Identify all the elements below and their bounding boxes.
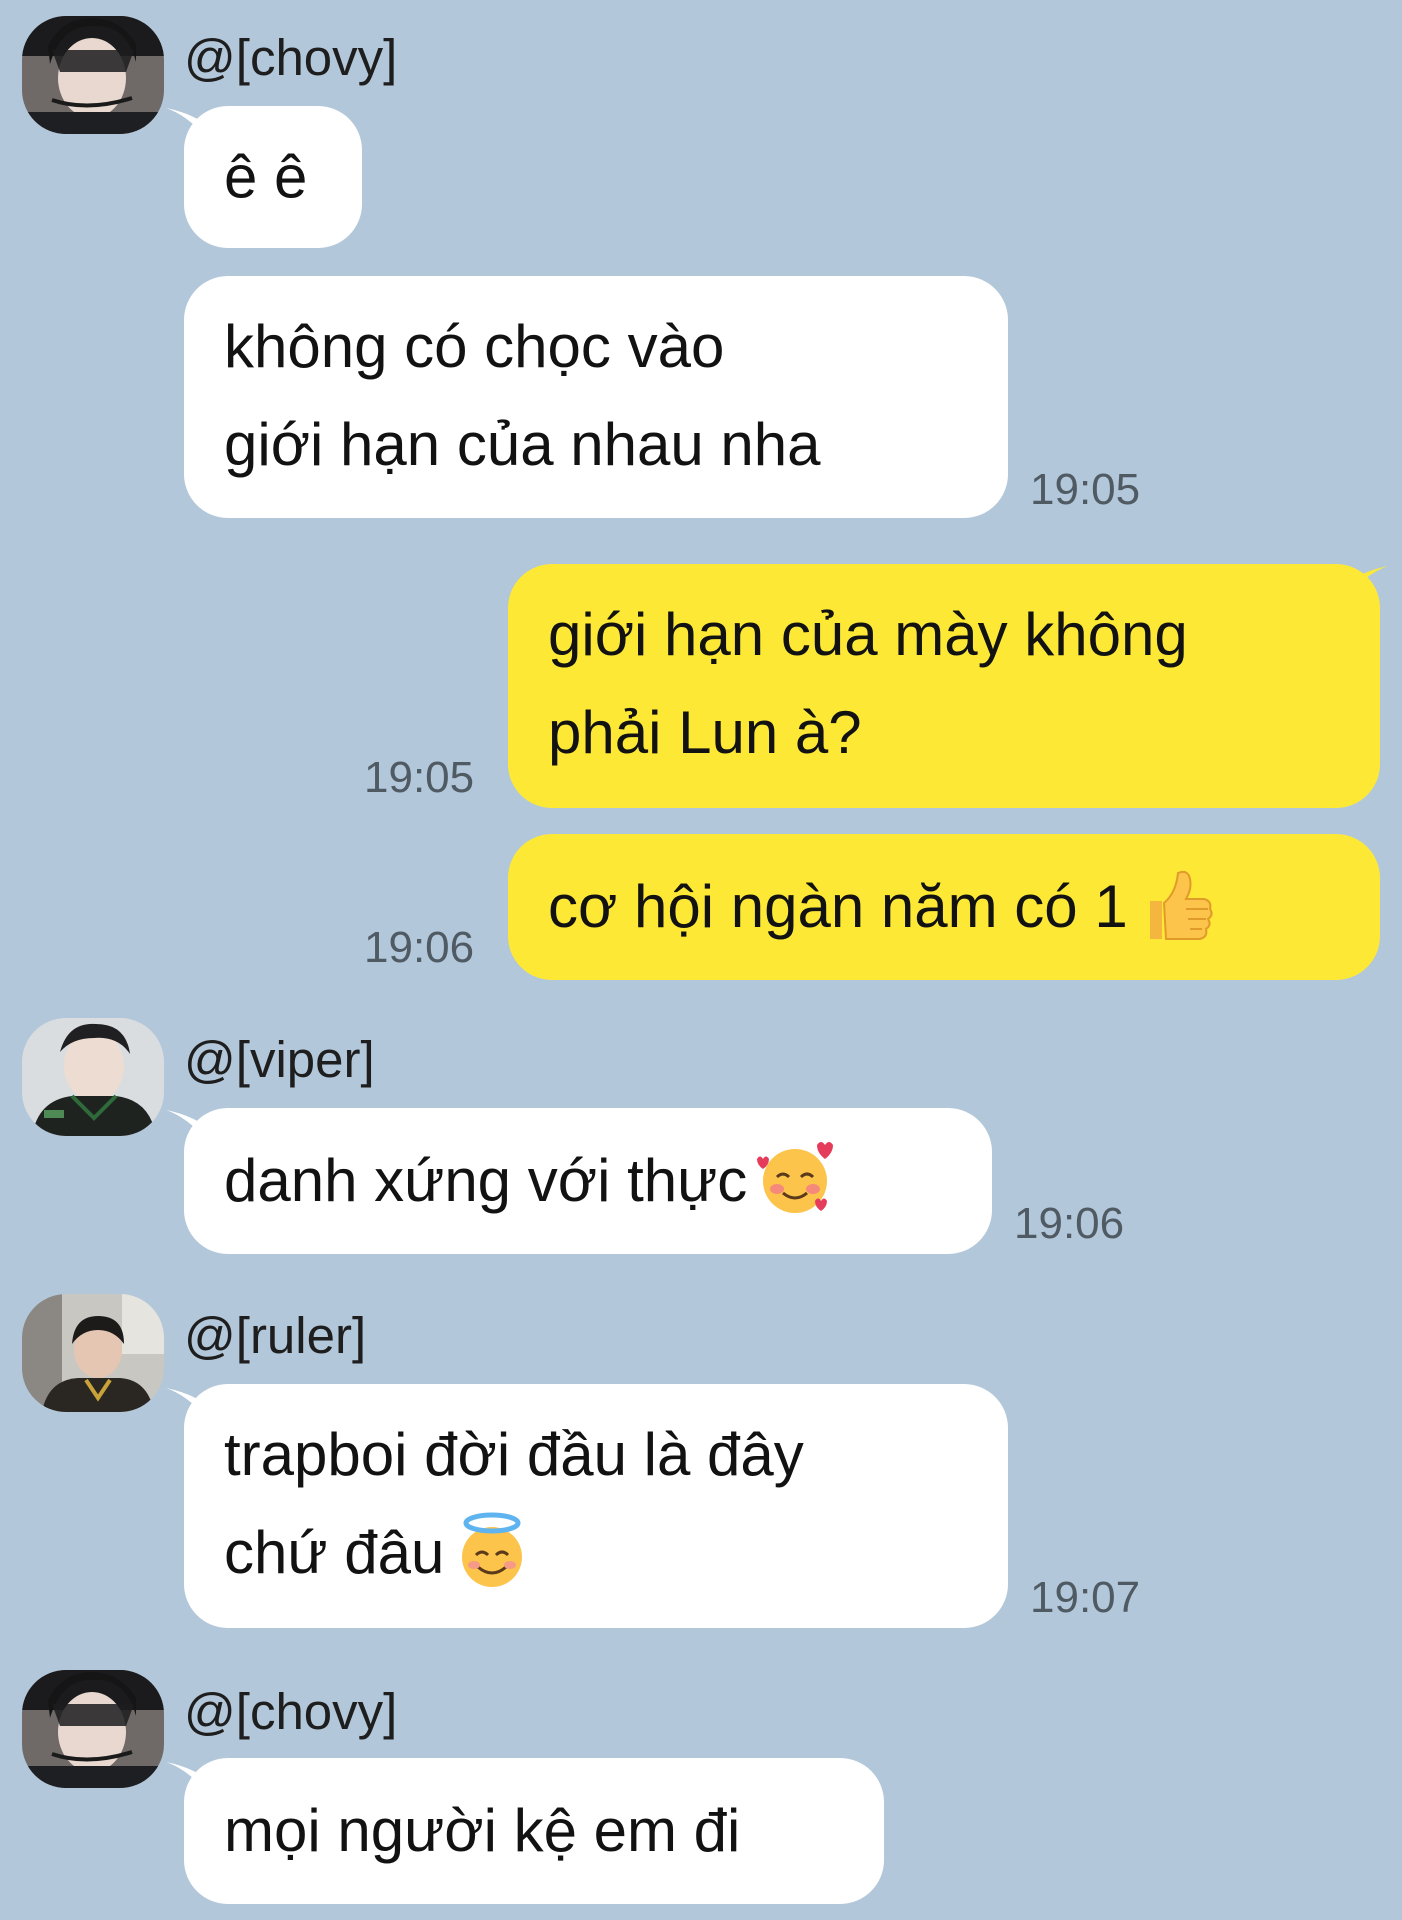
avatar-chovy-image [22,1670,164,1788]
avatar-chovy-image [22,16,164,134]
message-timestamp: 19:06 [1014,1199,1125,1248]
sender-name: @[viper] [184,1031,375,1088]
message-text: danh xứng với thực [224,1147,748,1214]
smiling-face-with-hearts-icon [755,1139,835,1219]
avatar-chovy[interactable] [22,16,164,134]
message-timestamp: 19:05 [364,753,475,802]
message-bubble[interactable]: trapboi đời đầu là đây chứ đâu [184,1384,1008,1628]
message-text: ê ê [224,143,308,210]
message-text: chứ đâu [224,1519,445,1586]
message-text: mọi người kệ em đi [224,1797,741,1864]
message-text: giới hạn của mày không [548,601,1188,668]
message-bubble[interactable]: ê ê [184,106,362,248]
avatar-ruler[interactable] [22,1294,164,1412]
message-bubble[interactable]: mọi người kệ em đi [184,1758,884,1904]
message-text: giới hạn của nhau nha [224,411,821,478]
message-text: cơ hội ngàn năm có 1 [548,873,1128,940]
smiling-face-with-halo-icon [452,1511,532,1591]
avatar-viper[interactable] [22,1018,164,1136]
sender-name: @[ruler] [184,1307,367,1364]
bubble-tail [1338,566,1388,606]
message-bubble[interactable]: danh xứng với thực [184,1108,992,1254]
message-timestamp: 19:07 [1030,1573,1141,1622]
message-timestamp: 19:06 [364,923,475,972]
message-text: không có chọc vào [224,313,725,380]
thumbs-up-icon [1136,865,1216,945]
avatar-ruler-image [22,1294,164,1412]
message-bubble[interactable]: không có chọc vào giới hạn của nhau nha [184,276,1008,518]
message-timestamp: 19:05 [1030,465,1141,514]
avatar-chovy[interactable] [22,1670,164,1788]
message-bubble[interactable]: cơ hội ngàn năm có 1 [508,834,1380,980]
sender-name: @[chovy] [184,1683,398,1740]
avatar-viper-image [22,1018,164,1136]
message-text: trapboi đời đầu là đây [224,1421,804,1488]
message-text: phải Lun à? [548,699,862,766]
message-bubble[interactable]: giới hạn của mày không phải Lun à? [508,564,1380,808]
sender-name: @[chovy] [184,29,398,86]
